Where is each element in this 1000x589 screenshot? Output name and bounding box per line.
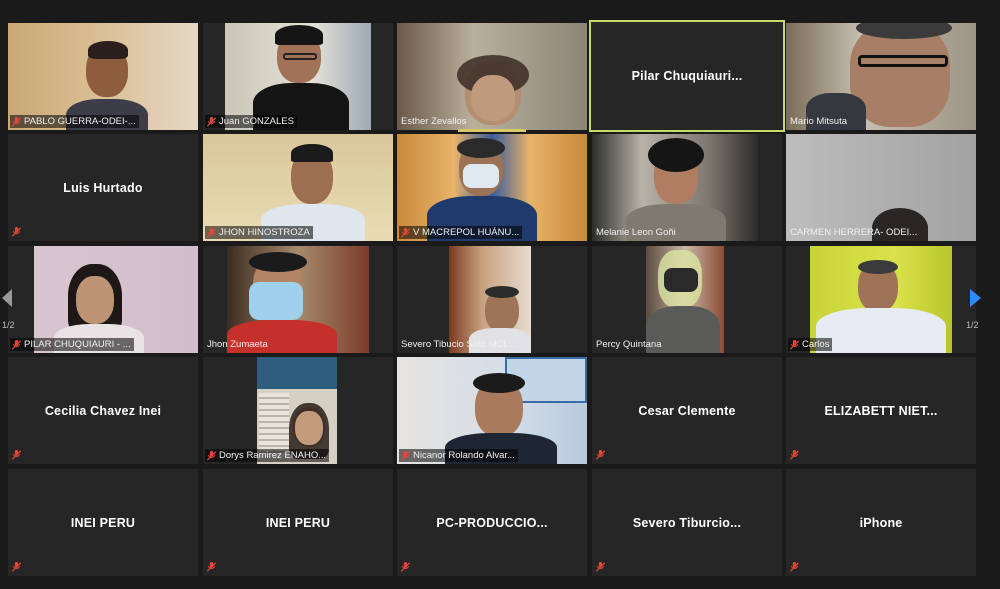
participant-name: PABLO GUERRA-ODEI-... [10,115,139,128]
participant-name: Pilar Chuquiauri... [631,69,743,83]
gallery-grid: PABLO GUERRA-ODEI-... Juan GONZALES Esth… [0,0,1000,589]
participant-tile[interactable]: PC-PRODUCCIO... [397,469,587,576]
participant-tile[interactable]: Cecilia Chavez Inei [8,357,198,464]
muted-mic-icon [596,450,605,460]
participant-name: ELIZABETT NIET... [824,403,938,418]
muted-mic-icon [207,227,216,238]
muted-mic-icon [790,339,799,350]
participant-tile[interactable]: CARMEN HERRERA- ODEI... [786,134,976,241]
chevron-right-icon [970,289,981,307]
video-feed [397,134,587,241]
participant-name: Dorys Ramirez ENAHO... [205,449,330,462]
participant-name: PC-PRODUCCIO... [436,515,548,530]
muted-mic-icon [207,116,216,127]
video-feed [203,134,393,241]
speaking-indicator [458,129,526,132]
participant-tile[interactable]: iPhone [786,469,976,576]
participant-tile[interactable]: PILAR CHUQUIAURI - ... [8,246,198,353]
participant-name: Severo Tiburcio... [632,515,742,530]
video-feed [34,246,198,353]
video-feed [227,246,369,353]
prev-page-button[interactable] [0,287,16,313]
page-indicator-right: 1/2 [966,320,979,330]
muted-mic-icon [12,116,21,127]
participant-tile[interactable]: ELIZABETT NIET... [786,357,976,464]
video-feed [449,246,531,353]
participant-name: INEI PERU [70,515,136,530]
participant-name: Melanie Leon Goñi [596,227,676,238]
participant-name: PILAR CHUQUIAURI - ... [10,338,134,351]
participant-tile[interactable]: JHON HINOSTROZA [203,134,393,241]
participant-tile[interactable]: Percy Quintana [592,246,782,353]
page-indicator-left: 1/2 [2,320,15,330]
muted-mic-icon [12,339,21,350]
muted-mic-icon [207,450,216,461]
video-feed [397,357,587,464]
participant-tile[interactable]: Dorys Ramirez ENAHO... [203,357,393,464]
participant-tile[interactable]: Melanie Leon Goñi [592,134,782,241]
participant-name: Mario Mitsuta [790,116,848,127]
participant-tile[interactable]: INEI PERU [203,469,393,576]
participant-name: V MACREPOL HUÁNU... [399,226,523,239]
participant-name: JHON HINOSTROZA [205,226,313,239]
muted-mic-icon [12,562,21,572]
participant-tile[interactable]: Jhon Zumaeta [203,246,393,353]
participant-tile[interactable]: INEI PERU [8,469,198,576]
video-feed [810,246,952,353]
participant-name: CARMEN HERRERA- ODEI... [790,227,918,238]
participant-tile[interactable]: V MACREPOL HUÁNU... [397,134,587,241]
participant-name: Cecilia Chavez Inei [44,403,162,418]
participant-tile[interactable]: Mario Mitsuta [786,23,976,130]
participant-name: INEI PERU [265,515,331,530]
muted-mic-icon [790,562,799,572]
next-page-button[interactable] [967,287,985,313]
participant-name: Luis Hurtado [63,180,143,195]
participant-name: Nicanor Rolando Alvar... [399,449,518,462]
participant-name: iPhone [859,515,903,530]
participant-tile[interactable]: Severo Tibucio Soto MCL... [397,246,587,353]
participant-name: Cesar Clemente [638,403,736,418]
participant-tile[interactable]: Cesar Clemente [592,357,782,464]
video-feed [397,23,587,130]
video-feed [786,134,976,241]
participant-name: Percy Quintana [596,339,662,350]
muted-mic-icon [401,562,410,572]
muted-mic-icon [401,227,410,238]
participant-tile[interactable]: Severo Tiburcio... [592,469,782,576]
participant-name: Carlos [788,338,833,351]
video-feed [257,357,337,464]
participant-name: Juan GONZALES [205,115,297,128]
participant-tile[interactable]: Carlos [786,246,976,353]
muted-mic-icon [401,450,410,461]
muted-mic-icon [12,227,21,237]
participant-name: Severo Tibucio Soto MCL... [401,339,517,350]
participant-tile[interactable]: Nicanor Rolando Alvar... [397,357,587,464]
participant-tile[interactable]: PABLO GUERRA-ODEI-... [8,23,198,130]
participant-tile[interactable]: Luis Hurtado [8,134,198,241]
muted-mic-icon [596,562,605,572]
video-feed [8,23,198,130]
muted-mic-icon [790,450,799,460]
video-feed [786,23,976,130]
participant-name: Esther Zevallos [401,116,467,127]
video-feed [592,134,758,241]
muted-mic-icon [207,562,216,572]
muted-mic-icon [12,450,21,460]
participant-name: Jhon Zumaeta [207,339,268,350]
participant-tile[interactable]: Juan GONZALES [203,23,393,130]
participant-tile-active-speaker[interactable]: Pilar Chuquiauri... [589,20,785,132]
video-feed [646,246,724,353]
participant-tile[interactable]: Esther Zevallos [397,23,587,130]
chevron-left-icon [2,289,12,307]
video-feed [225,23,371,130]
